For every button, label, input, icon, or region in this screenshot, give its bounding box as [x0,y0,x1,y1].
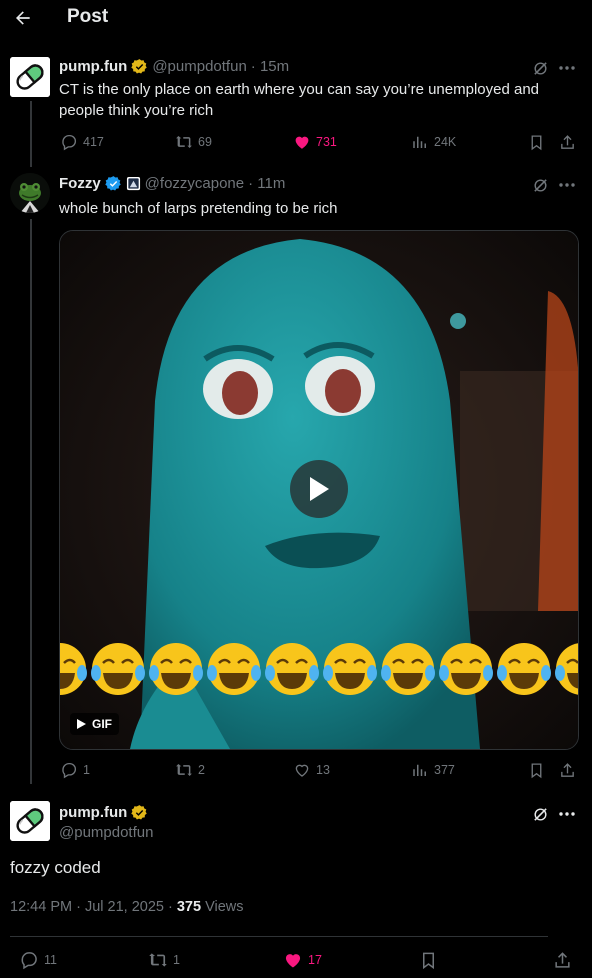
reply-icon [21,952,37,970]
like-button[interactable]: 13 [293,761,330,779]
views-icon [413,764,426,776]
views-label: Views [205,899,244,915]
share-icon[interactable] [551,949,573,971]
page-title: Post [67,6,109,27]
grok-icon[interactable] [530,175,550,195]
repost-button[interactable]: 69 [175,133,212,151]
repost-button[interactable]: 1 [148,950,180,970]
display-name[interactable]: pump.fun [59,804,127,821]
verified-blue-badge-icon [104,175,122,192]
bookmark-icon[interactable] [526,760,546,780]
reply-icon [62,134,76,151]
main-post-text: fozzy coded [10,858,101,877]
post-time[interactable]: · 11m [248,175,285,192]
repost-icon [176,136,192,148]
share-icon[interactable] [557,132,577,152]
more-icon[interactable] [556,175,578,195]
post-author-row: Fozzy @fozzycapone · 11m [59,175,285,192]
gif-media[interactable]: GIF [59,230,579,750]
thread-line [30,101,32,167]
post-author-row: pump.fun [59,804,148,821]
repost-count: 1 [173,953,180,967]
views-count: 375 [176,899,202,915]
play-icon [310,477,329,501]
reply-count: 417 [83,135,104,149]
post-author-row: pump.fun @pumpdotfun · 15m [59,58,289,75]
play-button[interactable] [290,460,348,518]
more-icon[interactable] [556,804,578,824]
back-arrow-icon[interactable] [8,3,38,33]
handle[interactable]: @pumpdotfun [59,824,153,841]
reply-count: 1 [83,763,90,777]
play-icon [77,719,86,729]
gif-label: GIF [92,717,112,731]
views-button[interactable]: 377 [411,761,455,779]
avatar[interactable] [10,173,50,213]
repost-button[interactable]: 2 [175,761,205,779]
share-icon[interactable] [557,760,577,780]
post-meta: 12:44 PM · Jul 21, 2025 · 375 Views [10,899,244,915]
like-count: 17 [308,953,322,967]
grok-icon[interactable] [530,58,550,78]
reply-count: 11 [44,953,57,967]
top-bar: Post [0,0,592,40]
verified-gold-badge-icon [131,804,148,821]
views-count: 377 [434,763,455,777]
views-count: 24K [434,135,457,149]
reply-button[interactable]: 417 [60,133,104,151]
reply-button[interactable]: 1 [60,761,90,779]
avatar[interactable] [10,801,50,841]
like-button[interactable]: 731 [293,133,337,151]
bookmark-icon[interactable] [417,949,439,971]
like-count: 13 [316,763,330,777]
more-icon[interactable] [556,58,578,78]
divider [10,936,548,937]
repost-icon [176,764,192,776]
repost-count: 2 [198,763,205,777]
thread-line [30,219,32,784]
like-count: 731 [316,135,337,149]
post-text-line-2: people think you’re rich [59,102,214,119]
avatar[interactable] [10,57,50,97]
grok-icon[interactable] [530,804,550,824]
repost-icon [149,953,167,967]
gif-badge: GIF [70,713,119,735]
repost-count: 69 [198,135,212,149]
views-button[interactable]: 24K [411,133,456,151]
verified-gold-badge-icon [131,58,148,75]
views-icon [413,136,426,148]
post-timestamp[interactable]: 12:44 PM · Jul 21, 2025 · [10,899,173,915]
bookmark-icon[interactable] [526,132,546,152]
affiliate-badge-icon [126,176,141,191]
like-button[interactable]: 17 [283,950,322,970]
heart-icon [295,764,309,777]
handle[interactable]: @fozzycapone [145,175,244,192]
reply-icon [62,762,76,779]
handle[interactable]: @pumpdotfun [152,58,246,75]
display-name[interactable]: Fozzy [59,175,101,192]
heart-icon [285,954,301,968]
heart-icon [295,136,309,149]
reply-button[interactable]: 11 [19,950,57,970]
post-time[interactable]: · 15m [251,58,289,75]
post-text: whole bunch of larps pretending to be ri… [59,200,338,217]
post-text-line-1: CT is the only place on earth where you … [59,81,540,98]
display-name[interactable]: pump.fun [59,58,127,75]
